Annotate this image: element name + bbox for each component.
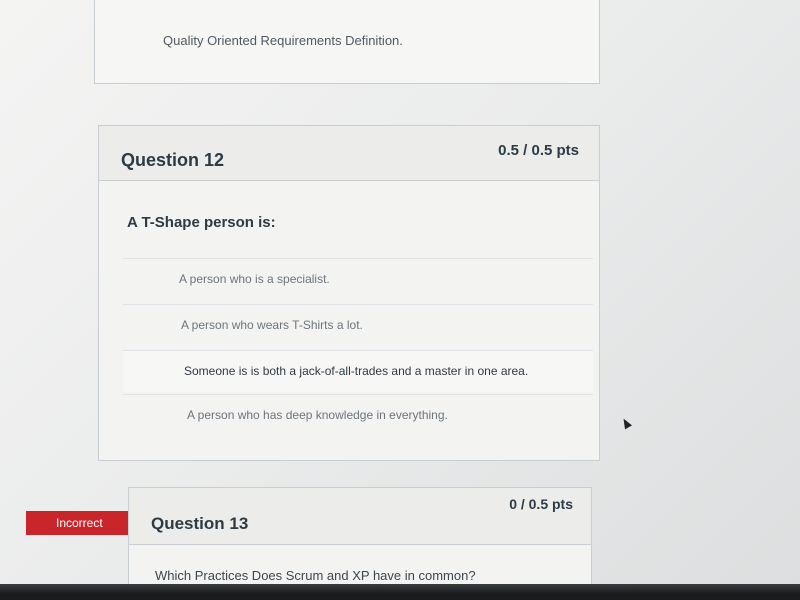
answer-option-selected: Someone is is both a jack-of-all-trades … [123, 350, 593, 392]
question-prompt: A T-Shape person is: [127, 214, 276, 231]
question-points: 0 / 0.5 pts [509, 496, 573, 512]
answer-option: Quality Oriented Requirements Definition… [163, 33, 403, 48]
question-prompt: Which Practices Does Scrum and XP have i… [155, 568, 476, 583]
previous-question-card: Quality Oriented Requirements Definition… [94, 0, 600, 84]
monitor-bezel [0, 584, 800, 600]
quiz-results-page: Quality Oriented Requirements Definition… [0, 0, 800, 600]
mouse-cursor-icon [620, 416, 632, 430]
answer-list: A person who is a specialist. A person w… [123, 258, 593, 448]
question-card-12: Question 12 0.5 / 0.5 pts A T-Shape pers… [98, 125, 600, 461]
answer-option: A person who is a specialist. [123, 258, 593, 300]
answer-text: A person who wears T-Shirts a lot. [181, 318, 363, 332]
question-title: Question 12 [121, 150, 225, 170]
question-points: 0.5 / 0.5 pts [498, 142, 579, 159]
answer-option: A person who has deep knowledge in every… [123, 394, 593, 436]
question-header: Question 12 0.5 / 0.5 pts [99, 126, 599, 181]
answer-text: A person who has deep knowledge in every… [187, 408, 448, 422]
answer-text: A person who is a specialist. [179, 272, 330, 286]
question-title: Question 13 [151, 514, 249, 533]
answer-text: Someone is is both a jack-of-all-trades … [184, 364, 529, 378]
incorrect-badge: Incorrect [26, 511, 140, 535]
question-header: Question 13 0 / 0.5 pts [129, 488, 591, 545]
answer-option: A person who wears T-Shirts a lot. [123, 304, 593, 346]
